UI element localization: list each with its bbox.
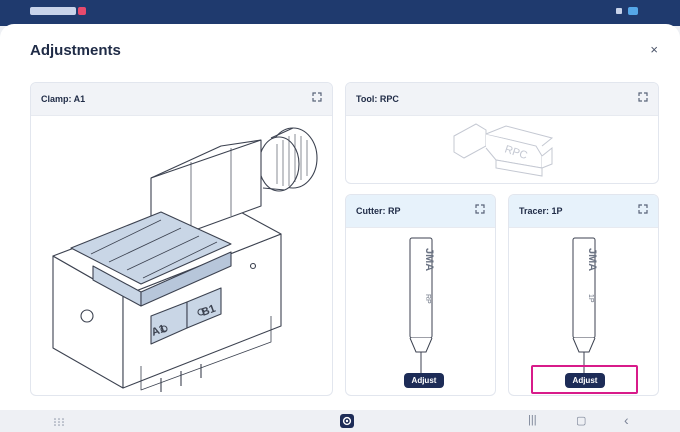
- dialog-title: Adjustments: [30, 42, 121, 59]
- cutter-label: Cutter: RP: [356, 206, 401, 216]
- adjustments-dialog: Adjustments × Clamp: A1 A1 B1 Tool: RPC …: [0, 24, 680, 410]
- gear-icon[interactable]: [340, 414, 354, 428]
- tool-panel-header: Tool: RPC: [346, 83, 658, 116]
- expand-icon[interactable]: [312, 92, 322, 102]
- tracer-adjust-highlight: [531, 365, 638, 394]
- cutter-panel: Cutter: RP JMA RP Adjust: [345, 194, 496, 396]
- tracer-panel: Tracer: 1P JMA 1P Adjust: [508, 194, 659, 396]
- apps-grid-icon[interactable]: [54, 418, 64, 426]
- signal-icon: [616, 8, 622, 14]
- expand-icon[interactable]: [638, 92, 648, 102]
- expand-icon[interactable]: [638, 204, 648, 214]
- expand-icon[interactable]: [475, 204, 485, 214]
- tool-panel: Tool: RPC RPC: [345, 82, 659, 184]
- tracer-panel-header: Tracer: 1P: [509, 195, 658, 228]
- cutter-image: JMA RP: [346, 228, 495, 395]
- cutter-panel-header: Cutter: RP: [346, 195, 495, 228]
- battery-icon: [628, 7, 638, 15]
- clamp-panel: Clamp: A1 A1 B1: [30, 82, 333, 396]
- tool-image: RPC: [346, 116, 658, 183]
- clamp-image: A1 B1: [31, 116, 332, 395]
- cutter-engraving-code: RP: [424, 294, 431, 304]
- close-button[interactable]: ×: [650, 42, 658, 57]
- tracer-engraving-code: 1P: [587, 294, 594, 303]
- status-time: [30, 7, 76, 15]
- notification-icon: [78, 7, 86, 15]
- navigation-bar: ||| ▢ ‹: [0, 410, 680, 432]
- back-icon[interactable]: ‹: [624, 412, 629, 428]
- tracer-engraving-brand: JMA: [586, 248, 598, 271]
- clamp-panel-header: Clamp: A1: [31, 83, 332, 116]
- home-icon[interactable]: ▢: [576, 414, 586, 427]
- cutter-engraving-brand: JMA: [423, 248, 435, 271]
- clamp-label: Clamp: A1: [41, 94, 86, 104]
- tracer-label: Tracer: 1P: [519, 206, 563, 216]
- tool-label: Tool: RPC: [356, 94, 399, 104]
- tool-illustration: RPC: [453, 123, 554, 177]
- cutter-illustration: JMA RP: [409, 237, 435, 374]
- recent-apps-icon[interactable]: |||: [528, 414, 537, 426]
- cutter-adjust-button[interactable]: Adjust: [404, 373, 444, 388]
- status-bar: [0, 0, 680, 26]
- clamp-illustration: A1 B1: [52, 127, 318, 392]
